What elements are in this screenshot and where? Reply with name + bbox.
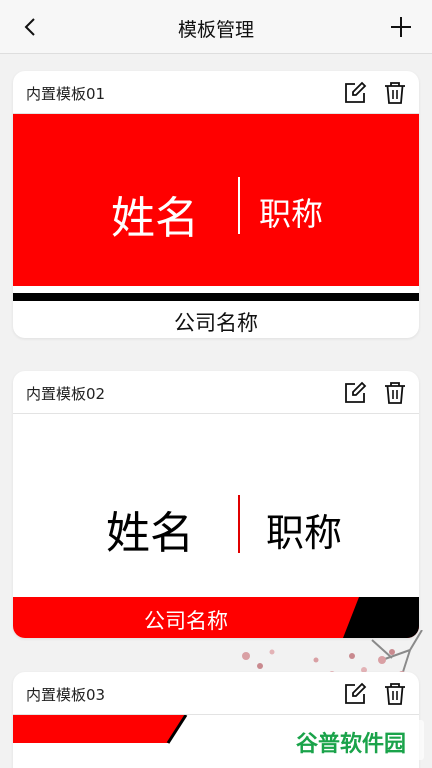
edit-icon[interactable]: [343, 81, 367, 105]
template-card-01[interactable]: 内置模板01 姓名 职称 公司名称: [13, 71, 419, 338]
app-header: 模板管理: [0, 0, 432, 54]
name-title-divider: [238, 495, 240, 553]
trash-icon[interactable]: [383, 380, 407, 405]
template-card-header: 内置模板01: [13, 71, 419, 114]
page-title: 模板管理: [177, 19, 254, 41]
card-name-text: 姓名: [106, 508, 194, 559]
template-card-02[interactable]: 内置模板02 姓名 职称 公司名称: [13, 371, 419, 638]
trash-icon[interactable]: [383, 681, 407, 706]
watermark-text: 谷普软件园: [296, 732, 407, 757]
trash-icon[interactable]: [383, 80, 407, 105]
name-title-divider: [238, 177, 240, 234]
card-name-text: 姓名: [111, 193, 199, 244]
watermark-logo: 谷普软件园: [292, 720, 424, 760]
edit-icon[interactable]: [343, 682, 367, 706]
template-label: 内置模板01: [26, 85, 106, 103]
template-01-red-band: [13, 114, 419, 286]
card-company-text: 公司名称: [174, 311, 258, 335]
template-label: 内置模板02: [26, 385, 106, 403]
card-job-title-text: 职称: [266, 511, 343, 555]
template-01-black-stripe: [13, 293, 419, 301]
template-card-header: 内置模板02: [13, 371, 419, 414]
edit-icon[interactable]: [343, 381, 367, 405]
card-job-title-text: 职称: [259, 195, 324, 233]
add-template-plus-icon[interactable]: [388, 14, 414, 40]
template-label: 内置模板03: [26, 686, 106, 704]
template-card-header: 内置模板03: [13, 672, 419, 715]
